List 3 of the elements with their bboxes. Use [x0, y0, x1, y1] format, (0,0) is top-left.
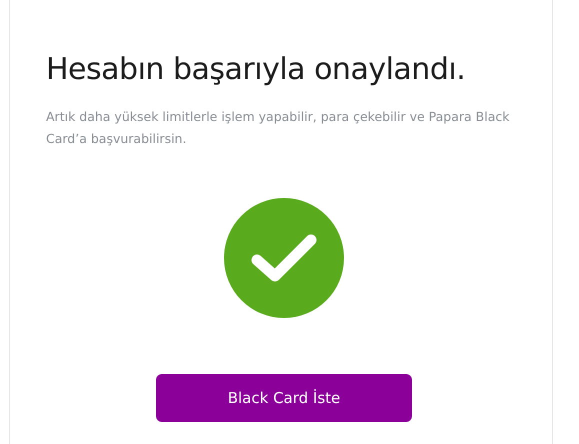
request-card-button[interactable]: Black Card İste	[156, 374, 412, 422]
description-text: Artık daha yüksek limitlerle işlem yapabilir, para çekebilir ve Papara Black Card’a başvurabilirsin.	[46, 108, 510, 148]
success-heading: Hesabın başarıyla onaylandı.	[46, 52, 466, 88]
